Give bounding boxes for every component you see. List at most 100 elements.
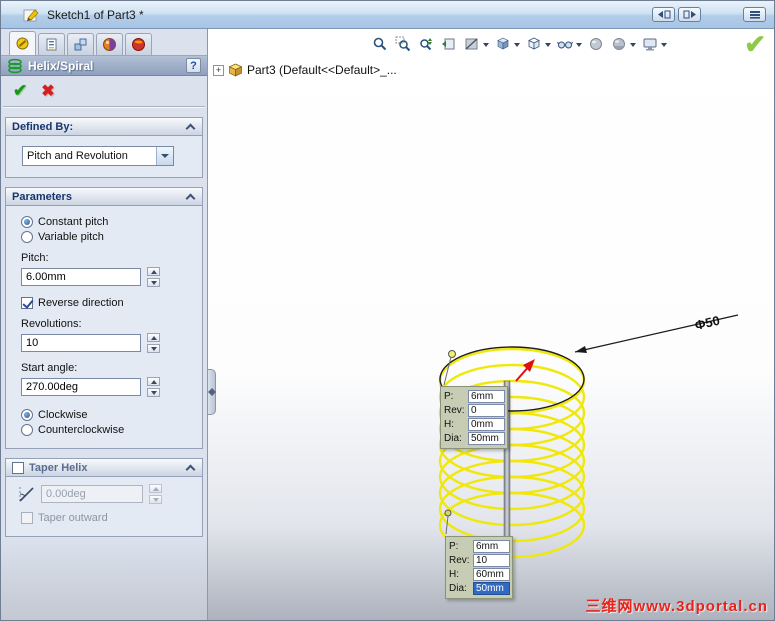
taper-outward-option[interactable]: Taper outward [21,512,196,524]
collapse-chevron-icon[interactable] [186,122,196,131]
office-products-tab[interactable] [125,33,152,55]
dropdown-arrow-icon[interactable] [156,147,173,165]
next-window-icon [683,10,696,19]
spin-down-button[interactable] [149,495,162,504]
standard-views-button[interactable] [493,34,520,54]
counterclockwise-radio[interactable] [21,424,33,436]
helix-preview[interactable] [438,347,586,559]
taper-outward-label: Taper outward [38,512,108,524]
counterclockwise-option[interactable]: Counterclockwise [21,424,196,436]
revolutions-row [21,333,196,353]
callout-value-selected[interactable]: 50mm [473,582,510,595]
pitch-label: Pitch: [21,252,49,264]
hide-show-items-button[interactable] [555,34,582,54]
helix-end-callout[interactable]: P: 6mm Rev: 10 H: 60mm Dia: 50mm [445,536,513,599]
spin-up-button[interactable] [147,333,160,342]
callout-value[interactable]: 10 [473,554,510,567]
window-buttons [652,7,766,22]
constant-pitch-option[interactable]: Constant pitch [21,216,196,228]
spin-down-button[interactable] [147,278,160,287]
spin-up-button[interactable] [149,484,162,493]
panel-tabs [1,29,207,55]
defined-by-select[interactable]: Pitch and Revolution [22,146,174,166]
zoom-in-out-button[interactable] [416,34,436,54]
cancel-button[interactable]: ✖ [41,81,54,101]
constant-pitch-radio[interactable] [21,216,33,228]
callout-value[interactable]: 50mm [468,432,505,445]
separator [3,106,205,108]
taper-helix-checkbox[interactable] [12,461,24,474]
section-view-button[interactable] [462,34,489,54]
start-angle-input[interactable] [21,378,141,396]
display-manager-tab[interactable] [96,33,123,55]
reverse-direction-checkbox[interactable] [21,297,33,309]
taper-angle-input[interactable] [41,485,143,503]
spin-down-button[interactable] [147,344,160,353]
panel-splitter[interactable] [208,369,216,415]
diameter-dimension[interactable]: Φ50 [574,313,739,353]
variable-pitch-option[interactable]: Variable pitch [21,231,196,243]
property-manager-tab[interactable] [9,31,36,55]
spin-up-button[interactable] [147,267,160,276]
pitch-input[interactable] [21,268,141,286]
callout-row: P: 6mm [444,390,505,403]
callout-row: H: 60mm [449,568,510,581]
shaded-toggle-button[interactable] [586,34,606,54]
callout-value[interactable]: 6mm [473,540,510,553]
callout-label: Dia: [449,583,467,594]
clockwise-option[interactable]: Clockwise [21,409,196,421]
dimension-text: Φ50 [693,313,721,333]
parameters-body: Constant pitch Variable pitch Pitch: 6.0… [5,206,203,449]
window-list-button[interactable] [743,7,766,22]
callout-value[interactable]: 0mm [468,418,505,431]
callout-label: Rev: [449,555,470,566]
helix-start-point[interactable] [448,350,456,358]
dimxpert-tab[interactable] [67,33,94,55]
confirm-corner-check[interactable]: ✔ [744,29,766,60]
taper-angle-spinner [149,484,162,504]
display-style-button[interactable] [524,34,551,54]
graphics-area[interactable]: + Part3 (Default<<Default>_... ✔ Φ50 P: … [208,29,774,620]
window-next-button[interactable] [678,7,701,22]
variable-pitch-radio[interactable] [21,231,33,243]
previous-view-button[interactable] [439,34,459,54]
callout-row: Dia: 50mm [449,582,510,595]
window-prev-button[interactable] [652,7,675,22]
tree-root-label[interactable]: Part3 (Default<<Default>_... [247,63,397,77]
collapse-chevron-icon[interactable] [186,463,196,472]
revolutions-input[interactable] [21,334,141,352]
callout-value[interactable]: 6mm [468,390,505,403]
helix-start-callout[interactable]: P: 6mm Rev: 0 H: 0mm Dia: 50mm [440,386,508,449]
title-bar: Sketch1 of Part3 * [1,1,774,29]
ok-button[interactable]: ✔ [13,81,27,101]
zoom-area-icon [395,36,411,52]
tree-expand-button[interactable]: + [213,64,224,76]
scene-button[interactable] [640,34,667,54]
appearances-button[interactable] [609,34,636,54]
callout-value[interactable]: 0 [468,404,505,417]
defined-by-group-header[interactable]: Defined By: [5,117,203,136]
zoom-to-area-button[interactable] [393,34,413,54]
helix-end-point[interactable] [444,509,452,517]
revolutions-label: Revolutions: [21,318,82,330]
zoom-to-fit-button[interactable] [370,34,390,54]
callout-value[interactable]: 60mm [473,568,510,581]
display-style-icon [528,37,540,50]
parameters-group-header[interactable]: Parameters [5,187,203,206]
callout-row: H: 0mm [444,418,505,431]
previous-view-icon [442,38,455,50]
revolutions-spinner [147,333,160,353]
callout-label: Rev: [444,405,465,416]
callout-label: P: [449,541,459,552]
configuration-manager-tab[interactable] [38,33,65,55]
taper-outward-checkbox[interactable] [21,512,33,524]
help-button[interactable]: ? [186,58,201,73]
clockwise-radio[interactable] [21,409,33,421]
watermark-text: 三维网www.3dportal.cn [585,598,768,615]
callout-row: Dia: 50mm [444,432,505,445]
spin-up-button[interactable] [147,377,160,386]
spin-down-button[interactable] [147,388,160,397]
reverse-direction-option[interactable]: Reverse direction [21,297,196,309]
collapse-chevron-icon[interactable] [186,192,196,201]
taper-helix-group-header[interactable]: Taper Helix [5,458,203,477]
